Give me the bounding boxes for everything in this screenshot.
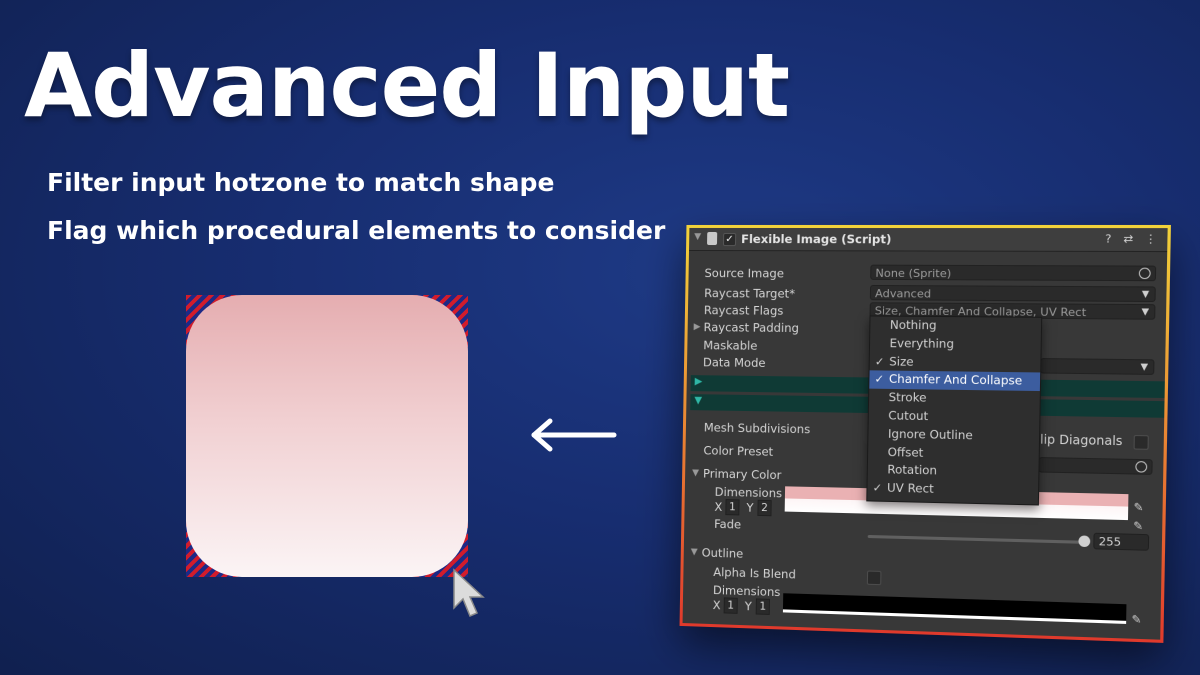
flip-diagonals-label: lip Diagonals: [1039, 432, 1123, 449]
menu-item-label: Chamfer And Collapse: [888, 371, 1023, 389]
color-preset-field[interactable]: [1038, 457, 1153, 475]
raycast-target-dropdown[interactable]: Advanced ▼: [869, 284, 1156, 303]
outline-y-field[interactable]: 1: [755, 598, 771, 615]
color-preset-label: Color Preset: [703, 443, 774, 459]
fade-value-field[interactable]: 255: [1093, 532, 1150, 551]
foldout-arrow-icon[interactable]: ▼: [691, 547, 698, 557]
foldout-arrow-icon[interactable]: ▶: [694, 322, 701, 332]
data-mode-dropdown[interactable]: ▼: [1040, 358, 1155, 375]
primary-x-field[interactable]: 1: [725, 499, 740, 516]
expand-arrow-icon: ▶: [694, 376, 703, 388]
raycast-padding-label[interactable]: Raycast Padding: [703, 320, 799, 335]
outline-color-swatch[interactable]: [782, 593, 1127, 624]
component-enabled-checkbox[interactable]: ✓: [722, 232, 737, 247]
primary-y-label: Y: [746, 500, 754, 515]
source-image-label: Source Image: [704, 266, 785, 281]
menu-item-everything[interactable]: Everything: [870, 335, 1041, 355]
menu-item-label: UV Rect: [886, 480, 934, 497]
help-icon[interactable]: ?: [1105, 232, 1111, 245]
subtitle-filter: Filter input hotzone to match shape: [47, 168, 555, 197]
object-picker-icon[interactable]: [1135, 461, 1148, 473]
flip-diagonals-checkbox[interactable]: [1133, 434, 1149, 450]
mouse-cursor-icon: [453, 568, 485, 617]
rounded-shape-preview[interactable]: [186, 295, 468, 577]
source-image-field[interactable]: None (Sprite): [870, 264, 1157, 282]
menu-item-nothing[interactable]: Nothing: [870, 316, 1041, 336]
dropdown-arrow-icon: ▼: [1141, 289, 1150, 300]
presets-icon[interactable]: ⇄: [1123, 232, 1133, 246]
outline-x-field[interactable]: 1: [723, 597, 738, 614]
menu-item-label: Stroke: [888, 390, 927, 405]
hero-title: Advanced Input: [24, 34, 790, 137]
eyedropper-icon[interactable]: ✎: [1131, 613, 1141, 627]
fold-arrow-icon[interactable]: ▼: [694, 232, 701, 242]
object-picker-icon[interactable]: [1138, 267, 1151, 280]
data-mode-label: Data Mode: [702, 355, 766, 371]
component-header[interactable]: ▼ ✓ Flexible Image (Script) ? ⇄ ⋮: [689, 227, 1168, 253]
source-image-value: None (Sprite): [875, 266, 952, 281]
outline-y-label: Y: [744, 599, 752, 614]
dropdown-arrow-icon: ▼: [1140, 362, 1148, 373]
primary-y-field[interactable]: 2: [757, 499, 772, 517]
raycast-flags-label: Raycast Flags: [703, 303, 784, 318]
arrow-left-icon: [531, 418, 617, 452]
eyedropper-icon[interactable]: ✎: [1133, 500, 1143, 514]
menu-item-label: Rotation: [887, 462, 938, 478]
foldout-arrow-icon[interactable]: ▼: [692, 468, 699, 478]
menu-item-label: Size: [889, 353, 914, 369]
alpha-is-blend-checkbox[interactable]: [866, 570, 882, 586]
menu-item-uv-rect[interactable]: ✓ UV Rect: [867, 479, 1038, 501]
menu-item-label: Nothing: [889, 317, 937, 333]
menu-item-label: Ignore Outline: [887, 426, 973, 443]
outline-label[interactable]: Outline: [702, 546, 744, 561]
fade-slider-track[interactable]: [867, 534, 1083, 544]
check-icon: ✓: [874, 372, 885, 387]
fade-slider-knob[interactable]: [1078, 535, 1091, 548]
fade-label: Fade: [714, 516, 742, 532]
dropdown-arrow-icon: ▼: [1141, 307, 1149, 318]
primary-color-label[interactable]: Primary Color: [703, 466, 782, 482]
subtitle-flag: Flag which procedural elements to consid…: [47, 216, 666, 245]
raycast-hotzone: [186, 295, 468, 577]
primary-x-label: X: [714, 499, 723, 515]
menu-item-size[interactable]: ✓ Size: [870, 353, 1041, 373]
collapse-arrow-icon: ▼: [694, 395, 703, 407]
maskable-label: Maskable: [703, 338, 758, 353]
script-icon: [707, 231, 718, 246]
component-title: Flexible Image (Script): [740, 232, 892, 247]
menu-item-label: Offset: [887, 444, 924, 460]
raycast-flags-menu: Nothing Everything ✓ Size ✓ Chamfer And Co…: [866, 315, 1043, 506]
check-icon: ✓: [874, 354, 885, 369]
raycast-target-value: Advanced: [874, 287, 932, 301]
menu-item-chamfer-and-collapse[interactable]: ✓ Chamfer And Collapse: [869, 370, 1041, 392]
mesh-subdivisions-label: Mesh Subdivisions: [703, 420, 811, 437]
inspector-panel: ▼ ✓ Flexible Image (Script) ? ⇄ ⋮ Source…: [679, 224, 1171, 643]
raycast-target-label: Raycast Target*: [704, 286, 796, 301]
more-icon[interactable]: ⋮: [1145, 232, 1157, 246]
eyedropper-icon[interactable]: ✎: [1133, 519, 1143, 533]
menu-item-label: Cutout: [888, 408, 929, 424]
outline-x-label: X: [712, 598, 721, 613]
menu-item-label: Everything: [889, 335, 955, 351]
check-icon: ✓: [872, 481, 883, 495]
alpha-is-blend-label: Alpha Is Blend: [713, 564, 796, 582]
